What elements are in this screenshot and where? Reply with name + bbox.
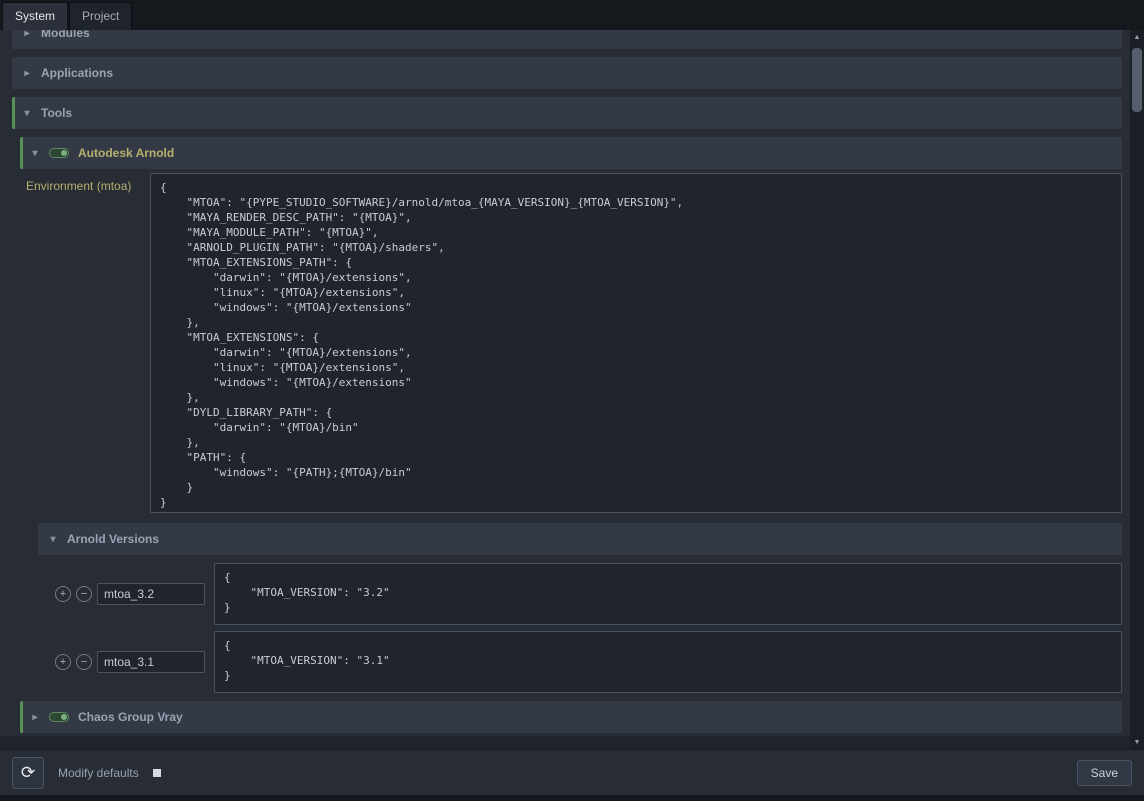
save-button[interactable]: Save — [1077, 760, 1132, 786]
add-item-button[interactable]: + — [55, 586, 71, 602]
environment-json-editor[interactable]: { "MTOA": "{PYPE_STUDIO_SOFTWARE}/arnold… — [150, 173, 1122, 513]
tools-section-body: ▾ Autodesk Arnold Environment (mtoa) { "… — [20, 137, 1122, 733]
version-row: + − { "MTOA_VERSION": "3.2" } — [38, 563, 1122, 625]
chevron-right-icon: ▸ — [22, 68, 32, 79]
section-header-autodesk-arnold[interactable]: ▾ Autodesk Arnold — [20, 137, 1122, 169]
arnold-versions-body: ▾ Arnold Versions + − { "MTOA_VERSION": … — [38, 523, 1122, 693]
version-key-input[interactable] — [97, 583, 205, 605]
section-header-arnold-versions[interactable]: ▾ Arnold Versions — [38, 523, 1122, 555]
section-header-modules[interactable]: ▸ Modules — [12, 30, 1122, 49]
settings-scroll-area: ▸ Modules ▸ Applications ▾ Tools ▾ Autod… — [0, 30, 1130, 749]
section-header-chaos-group-vray[interactable]: ▸ Chaos Group Vray — [20, 701, 1122, 733]
chevron-down-icon: ▾ — [30, 148, 40, 159]
tab-project[interactable]: Project — [69, 2, 132, 30]
chevron-right-icon: ▸ — [22, 30, 32, 39]
tab-bar: System Project — [0, 0, 1144, 30]
scroll-down-button[interactable]: ▼ — [1130, 735, 1144, 749]
section-label-chaos-group-vray: Chaos Group Vray — [78, 710, 183, 724]
version-key-input[interactable] — [97, 651, 205, 673]
refresh-button[interactable]: ⟳ — [12, 757, 44, 789]
enabled-toggle-icon[interactable] — [49, 148, 69, 158]
section-label-applications: Applications — [41, 66, 113, 80]
environment-row: Environment (mtoa) { "MTOA": "{PYPE_STUD… — [20, 173, 1122, 513]
section-label-arnold-versions: Arnold Versions — [67, 532, 159, 546]
modify-defaults-label: Modify defaults — [58, 766, 139, 780]
chevron-right-icon: ▸ — [30, 712, 40, 723]
scroll-up-button[interactable]: ▲ — [1130, 30, 1144, 44]
scrollbar-track[interactable] — [1130, 44, 1144, 735]
version-row: + − { "MTOA_VERSION": "3.1" } — [38, 631, 1122, 693]
scrollbar-thumb[interactable] — [1132, 48, 1142, 112]
section-label-tools: Tools — [41, 106, 72, 120]
modify-defaults-checkbox[interactable] — [153, 769, 161, 777]
environment-label: Environment (mtoa) — [20, 173, 150, 193]
remove-item-button[interactable]: − — [76, 654, 92, 670]
vertical-scrollbar[interactable]: ▲ ▼ — [1130, 30, 1144, 749]
section-label-modules: Modules — [41, 30, 90, 40]
section-header-applications[interactable]: ▸ Applications — [12, 57, 1122, 89]
section-header-tools[interactable]: ▾ Tools — [12, 97, 1122, 129]
scroll-area-bottom-gap — [0, 736, 1130, 749]
footer-bar: ⟳ Modify defaults Save — [0, 749, 1144, 795]
section-label-autodesk-arnold: Autodesk Arnold — [78, 146, 174, 160]
chevron-down-icon: ▾ — [48, 534, 58, 545]
remove-item-button[interactable]: − — [76, 586, 92, 602]
add-item-button[interactable]: + — [55, 654, 71, 670]
enabled-toggle-icon[interactable] — [49, 712, 69, 722]
version-json-editor[interactable]: { "MTOA_VERSION": "3.1" } — [214, 631, 1122, 693]
version-json-editor[interactable]: { "MTOA_VERSION": "3.2" } — [214, 563, 1122, 625]
refresh-icon: ⟳ — [21, 763, 35, 783]
tab-system[interactable]: System — [2, 2, 68, 30]
chevron-down-icon: ▾ — [22, 108, 32, 119]
